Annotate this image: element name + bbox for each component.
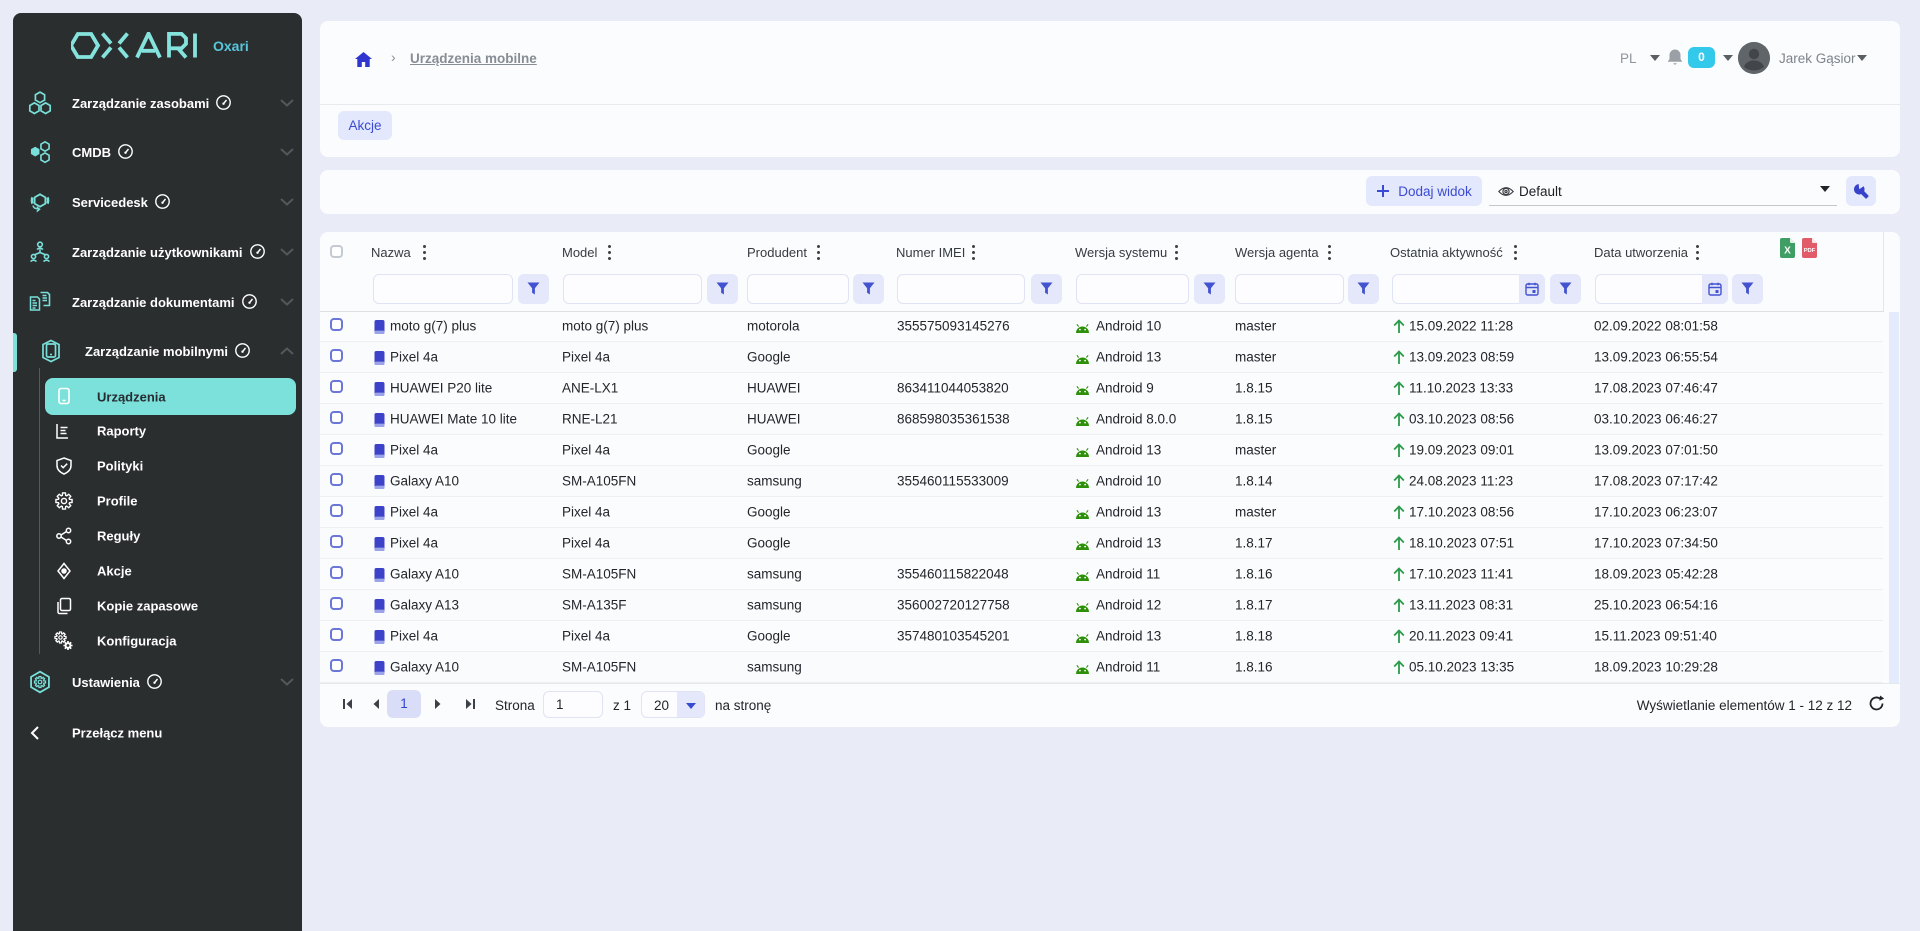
svg-text:PDF: PDF (1804, 248, 1816, 254)
svg-text:X: X (1784, 246, 1791, 257)
